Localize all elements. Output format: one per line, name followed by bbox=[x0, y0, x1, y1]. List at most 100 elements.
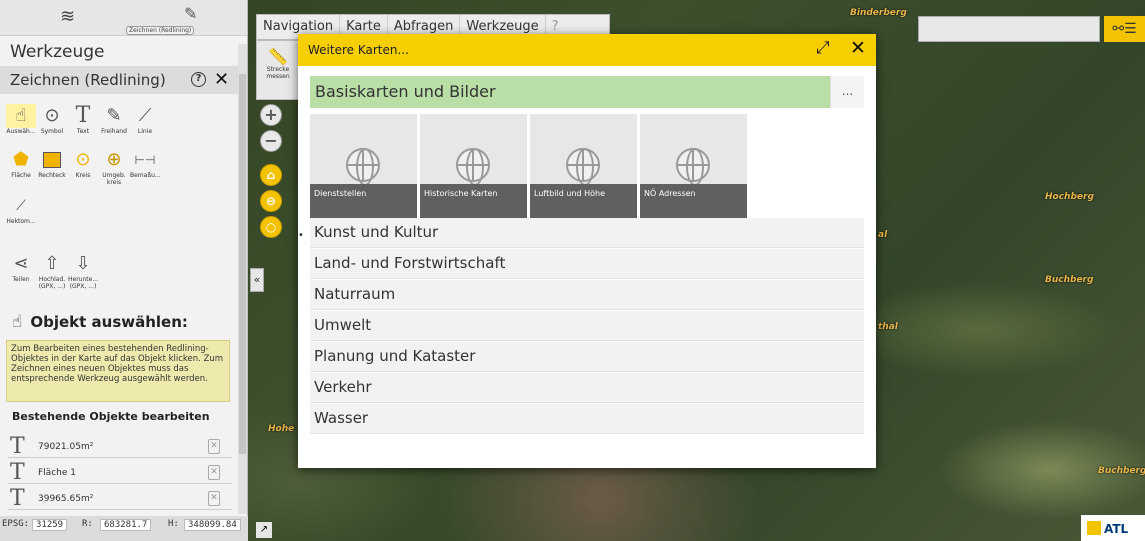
info-box: Zum Bearbeiten eines bestehenden Redlini… bbox=[6, 340, 230, 402]
map-label: Hohe bbox=[268, 424, 295, 434]
line-tool-button[interactable]: ⟋ Linie bbox=[130, 104, 160, 135]
search-input[interactable] bbox=[918, 16, 1100, 42]
dimension-tool-button[interactable]: ⊢⊣ Bemaßu... bbox=[130, 148, 161, 186]
object-name: Fläche 1 bbox=[38, 468, 76, 478]
tile-caption: NÖ Adressen bbox=[640, 184, 747, 218]
list-bullet: • bbox=[298, 230, 304, 241]
active-tab-label: Zeichnen (Redlining) bbox=[126, 26, 195, 35]
dimension-icon: ⊢⊣ bbox=[134, 153, 156, 167]
collapse-panel-button[interactable]: « bbox=[250, 268, 264, 292]
tool-row: ⬟ Fläche Rechteck ⊙ Kreis ⊕ Umgeb. kreis ⊢⊣… bbox=[6, 148, 161, 186]
tools-panel: ≋ ✎ Zeichnen (Redlining) Werkzeuge Zeich… bbox=[0, 0, 248, 541]
locate-icon[interactable]: ○ bbox=[260, 216, 282, 238]
buffer-tool-button[interactable]: ⊕ Umgeb. kreis bbox=[99, 148, 129, 186]
zoom-out-button[interactable]: − bbox=[260, 130, 282, 152]
object-name: 79021.05m² bbox=[38, 442, 94, 452]
more-button[interactable]: ... bbox=[830, 76, 864, 108]
category-row[interactable]: Naturraum bbox=[310, 280, 864, 310]
circle-tool-button[interactable]: ⊙ Kreis bbox=[68, 148, 98, 186]
brand-logo: ATL bbox=[1081, 515, 1145, 541]
h-value: 348099.84 bbox=[184, 519, 241, 531]
buffer-icon: ⊕ bbox=[106, 149, 122, 170]
share-icon: ⋖ bbox=[13, 253, 29, 274]
globe-icon bbox=[676, 148, 710, 186]
list-item[interactable]: T Fläche 1 ✕ bbox=[8, 462, 232, 484]
download-icon: ⇩ bbox=[75, 253, 91, 274]
globe-icon bbox=[456, 148, 490, 186]
select-heading: ☝ Objekt auswählen: bbox=[12, 312, 188, 332]
download-button[interactable]: ⇩ Herunte... (GPX, ...) bbox=[68, 252, 98, 290]
tool-row: ⟋ Hektom... bbox=[6, 194, 37, 225]
expand-arrow-icon[interactable]: ↗ bbox=[256, 522, 272, 538]
share-button[interactable]: ⋖ Teilen bbox=[6, 252, 36, 290]
category-row[interactable]: Verkehr bbox=[310, 373, 864, 403]
zoom-in-button[interactable]: + bbox=[260, 104, 282, 126]
binoculars-menu-icon[interactable]: ⚯☰ bbox=[1104, 16, 1145, 42]
close-icon[interactable]: ✕ bbox=[214, 69, 229, 90]
pencil-icon[interactable]: ✎ bbox=[184, 4, 197, 23]
delete-icon[interactable]: ✕ bbox=[208, 491, 220, 506]
list-item[interactable]: T 39965.65m² ✕ bbox=[8, 488, 232, 510]
scrollbar-thumb[interactable] bbox=[239, 74, 246, 454]
category-row[interactable]: Wasser bbox=[310, 404, 864, 434]
home-icon[interactable]: ⌂ bbox=[260, 164, 282, 186]
delete-icon[interactable]: ✕ bbox=[208, 439, 220, 454]
hand-pointer-icon: ☝ bbox=[6, 104, 36, 128]
tile-caption: Luftbild und Höhe bbox=[530, 184, 637, 218]
existing-objects-heading: Bestehende Objekte bearbeiten bbox=[12, 410, 210, 423]
tool-row: ☝ Auswäh... ⊙ Symbol T Text ✎ Freihand ⟋ Lini… bbox=[6, 104, 161, 135]
help-icon[interactable]: ? bbox=[191, 72, 206, 87]
logo-mark bbox=[1087, 521, 1101, 535]
epsg-value: 31259 bbox=[32, 519, 68, 531]
panel-title: Werkzeuge bbox=[10, 42, 105, 62]
hectometer-tool-button[interactable]: ⟋ Hektom... bbox=[6, 194, 36, 225]
map-pin-icon: ⊙ bbox=[44, 105, 60, 126]
layers-icon[interactable]: ≋ bbox=[60, 6, 75, 27]
freehand-pen-icon: ✎ bbox=[106, 105, 122, 126]
map-label: Buchberg bbox=[1098, 466, 1145, 476]
ruler-icon: 📏 bbox=[268, 47, 288, 66]
section-label: Basiskarten und Bilder bbox=[315, 82, 496, 101]
globe-icon bbox=[346, 148, 380, 186]
dialog-header: Weitere Karten... ⤢ ✕ bbox=[298, 34, 876, 66]
measure-tool-strip[interactable]: 📏 Strecke messen bbox=[256, 40, 300, 100]
text-tool-button[interactable]: T Text bbox=[68, 104, 98, 136]
rectangle-tool-button[interactable]: Rechteck bbox=[37, 148, 67, 186]
category-row[interactable]: Kunst und Kultur bbox=[310, 218, 864, 248]
map-label: Binderberg bbox=[850, 8, 907, 18]
map-label: Hochberg bbox=[1045, 192, 1094, 202]
hand-pointer-icon: ☝ bbox=[12, 312, 23, 332]
delete-icon[interactable]: ✕ bbox=[208, 465, 220, 480]
map-label: Buchberg bbox=[1045, 275, 1094, 285]
map-tile-dienststellen[interactable]: Dienststellen bbox=[310, 114, 417, 218]
freehand-tool-button[interactable]: ✎ Freihand bbox=[99, 104, 129, 135]
section-basiskarten[interactable]: Basiskarten und Bilder ... bbox=[310, 76, 864, 108]
maximize-icon[interactable]: ⤢ bbox=[816, 38, 830, 58]
map-tile-historische-karten[interactable]: Historische Karten bbox=[420, 114, 527, 218]
h-label: H: bbox=[168, 519, 179, 529]
category-row[interactable]: Umwelt bbox=[310, 311, 864, 341]
category-row[interactable]: Land- und Forstwirtschaft bbox=[310, 249, 864, 279]
select-tool-button[interactable]: ☝ Auswäh... bbox=[6, 104, 36, 135]
symbol-tool-button[interactable]: ⊙ Symbol bbox=[37, 104, 67, 135]
panel-scrollbar[interactable] bbox=[238, 44, 247, 514]
object-name: 39965.65m² bbox=[38, 494, 94, 504]
rectangle-icon bbox=[37, 148, 67, 172]
circle-icon: ⊙ bbox=[75, 149, 91, 170]
panel-subheader: Zeichnen (Redlining) ? ✕ bbox=[0, 66, 247, 94]
globe-icon bbox=[566, 148, 600, 186]
hectometer-icon: ⟋ bbox=[16, 198, 26, 214]
tile-caption: Historische Karten bbox=[420, 184, 527, 218]
list-item[interactable]: T 79021.05m² ✕ bbox=[8, 436, 232, 458]
map-tile-noe-adressen[interactable]: NÖ Adressen bbox=[640, 114, 747, 218]
map-label: al bbox=[878, 230, 888, 240]
category-row[interactable]: Planung und Kataster bbox=[310, 342, 864, 372]
map-tile-luftbild[interactable]: Luftbild und Höhe bbox=[530, 114, 637, 218]
upload-button[interactable]: ⇧ Hochlad. (GPX, ...) bbox=[37, 252, 67, 290]
close-icon[interactable]: ✕ bbox=[850, 37, 866, 59]
measure-label: Strecke messen bbox=[266, 66, 290, 80]
coordinate-status-bar: EPSG: 31259 R: 683281.7 H: 348099.84 bbox=[0, 516, 248, 541]
polygon-tool-button[interactable]: ⬟ Fläche bbox=[6, 148, 36, 186]
upload-icon: ⇧ bbox=[44, 253, 60, 274]
back-icon[interactable]: ⊖ bbox=[260, 190, 282, 212]
